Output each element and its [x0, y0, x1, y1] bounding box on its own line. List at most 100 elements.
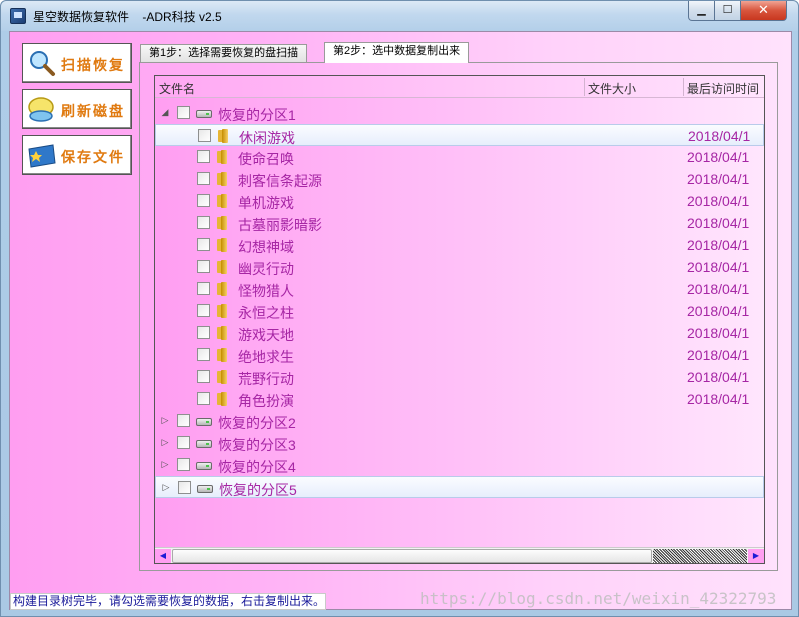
tab-step1[interactable]: 第1步：选择需要恢复的盘扫描	[140, 44, 308, 62]
checkbox[interactable]	[197, 304, 210, 317]
collapsed-arrow-icon[interactable]: ▷	[160, 459, 170, 469]
collapsed-arrow-icon[interactable]: ▷	[160, 437, 170, 447]
last-access-date: 2018/04/1	[687, 237, 750, 253]
tree-folder-row[interactable]: 幻想神域 2018/04/1	[155, 234, 764, 256]
tree-partition-4[interactable]: ▷ 恢复的分区4	[155, 454, 764, 476]
title-bar[interactable]: 星空数据恢复软件 -ADR科技 v2.5 ▁ ☐ ✕	[1, 1, 798, 31]
last-access-date: 2018/04/1	[687, 193, 750, 209]
checkbox[interactable]	[198, 129, 211, 142]
scroll-left-button[interactable]: ◀	[155, 549, 171, 563]
column-filename[interactable]: 文件名	[159, 80, 195, 97]
folder-name: 刺客信条起源	[238, 173, 322, 189]
last-access-date: 2018/04/1	[687, 303, 750, 319]
collapsed-arrow-icon[interactable]: ▷	[160, 415, 170, 425]
tree-folder-row[interactable]: 古墓丽影暗影 2018/04/1	[155, 212, 764, 234]
checkbox[interactable]	[197, 392, 210, 405]
tree-partition-2[interactable]: ▷ 恢复的分区2	[155, 410, 764, 432]
tree-folder-row[interactable]: 角色扮演 2018/04/1	[155, 388, 764, 410]
refresh-disk-button[interactable]: 刷新磁盘	[22, 89, 132, 129]
scroll-track[interactable]	[653, 549, 747, 563]
minimize-button[interactable]: ▁	[688, 1, 715, 21]
tab-panel: 文件名 文件大小 最后访问时间 ◢ 恢复的分区1 休闲游戏 2018/04/1 使命…	[139, 62, 778, 571]
save-file-label: 保存文件	[61, 150, 125, 166]
file-tree[interactable]: 文件名 文件大小 最后访问时间 ◢ 恢复的分区1 休闲游戏 2018/04/1 使命…	[154, 75, 765, 564]
tree-folder-row[interactable]: 幽灵行动 2018/04/1	[155, 256, 764, 278]
column-last-access[interactable]: 最后访问时间	[687, 80, 759, 97]
collapsed-arrow-icon[interactable]: ▷	[161, 482, 171, 492]
folder-name: 幽灵行动	[238, 261, 294, 277]
tree-folder-row[interactable]: 荒野行动 2018/04/1	[155, 366, 764, 388]
refresh-disk-icon	[28, 97, 54, 122]
folder-icon	[218, 129, 232, 143]
close-button[interactable]: ✕	[740, 1, 787, 21]
folder-icon	[217, 216, 231, 230]
folder-name: 怪物猎人	[238, 283, 294, 299]
scan-recover-label: 扫描恢复	[61, 58, 125, 74]
folder-icon	[217, 282, 231, 296]
checkbox[interactable]	[197, 370, 210, 383]
folder-name: 幻想神域	[238, 239, 294, 255]
tree-folder-row[interactable]: 休闲游戏 2018/04/1	[155, 124, 764, 146]
save-file-icon	[28, 144, 56, 168]
folder-name: 休闲游戏	[239, 130, 295, 146]
checkbox[interactable]	[177, 414, 190, 427]
last-access-date: 2018/04/1	[687, 149, 750, 165]
maximize-button[interactable]: ☐	[714, 1, 741, 21]
checkbox[interactable]	[197, 194, 210, 207]
folder-icon	[217, 370, 231, 384]
drive-icon	[196, 462, 212, 470]
checkbox[interactable]	[197, 282, 210, 295]
tree-folder-row[interactable]: 游戏天地 2018/04/1	[155, 322, 764, 344]
checkbox[interactable]	[177, 436, 190, 449]
scroll-right-button[interactable]: ▶	[748, 549, 764, 563]
tab-step2[interactable]: 第2步：选中数据复制出来	[324, 42, 470, 63]
last-access-date: 2018/04/1	[687, 259, 750, 275]
tree-partition-1[interactable]: ◢ 恢复的分区1	[155, 102, 764, 124]
drive-icon	[196, 110, 212, 118]
refresh-disk-label: 刷新磁盘	[61, 104, 125, 120]
checkbox[interactable]	[197, 238, 210, 251]
folder-icon	[217, 304, 231, 318]
drive-icon	[196, 440, 212, 448]
last-access-date: 2018/04/1	[688, 128, 751, 144]
tree-header: 文件名 文件大小 最后访问时间	[155, 76, 764, 98]
column-filesize[interactable]: 文件大小	[588, 80, 636, 97]
drive-icon	[196, 418, 212, 426]
checkbox[interactable]	[178, 481, 191, 494]
column-separator	[683, 78, 684, 96]
watermark-text: https://blog.csdn.net/weixin_42322793	[420, 589, 777, 608]
tree-folder-row[interactable]: 单机游戏 2018/04/1	[155, 190, 764, 212]
scroll-thumb[interactable]	[172, 549, 652, 563]
tree-folder-row[interactable]: 绝地求生 2018/04/1	[155, 344, 764, 366]
folder-name: 游戏天地	[238, 327, 294, 343]
checkbox[interactable]	[177, 106, 190, 119]
folder-name: 古墓丽影暗影	[238, 217, 322, 233]
folder-name: 单机游戏	[238, 195, 294, 211]
tree-partition-3[interactable]: ▷ 恢复的分区3	[155, 432, 764, 454]
tree-folder-row[interactable]: 怪物猎人 2018/04/1	[155, 278, 764, 300]
horizontal-scrollbar[interactable]: ◀ ▶	[155, 547, 764, 563]
checkbox[interactable]	[197, 260, 210, 273]
expanded-arrow-icon[interactable]: ◢	[160, 107, 170, 117]
checkbox[interactable]	[197, 326, 210, 339]
folder-name: 永恒之柱	[238, 305, 294, 321]
checkbox[interactable]	[197, 216, 210, 229]
scan-recover-button[interactable]: 扫描恢复	[22, 43, 132, 83]
last-access-date: 2018/04/1	[687, 347, 750, 363]
app-icon	[10, 8, 26, 24]
checkbox[interactable]	[197, 172, 210, 185]
partition-label: 恢复的分区2	[218, 415, 296, 431]
partition-label: 恢复的分区4	[218, 459, 296, 475]
checkbox[interactable]	[197, 348, 210, 361]
last-access-date: 2018/04/1	[687, 325, 750, 341]
tree-folder-row[interactable]: 使命召唤 2018/04/1	[155, 146, 764, 168]
tree-folder-row[interactable]: 永恒之柱 2018/04/1	[155, 300, 764, 322]
save-file-button[interactable]: 保存文件	[22, 135, 132, 175]
tree-partition-5[interactable]: ▷ 恢复的分区5	[155, 476, 764, 498]
column-separator	[584, 78, 585, 96]
last-access-date: 2018/04/1	[687, 171, 750, 187]
tree-folder-row[interactable]: 刺客信条起源 2018/04/1	[155, 168, 764, 190]
partition-label: 恢复的分区3	[218, 437, 296, 453]
checkbox[interactable]	[197, 150, 210, 163]
checkbox[interactable]	[177, 458, 190, 471]
